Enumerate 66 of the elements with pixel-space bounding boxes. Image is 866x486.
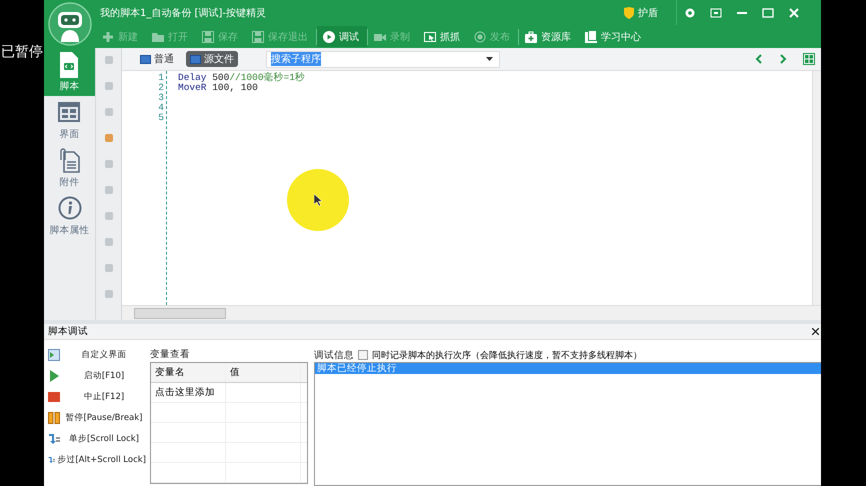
checkbox[interactable] [358,350,368,360]
line-number: 1 [157,73,164,83]
horizontal-scrollbar[interactable] [122,305,821,320]
window-title: 我的脚本1_自动备份 [调试]-按键精灵 [99,6,267,20]
plus-icon [102,30,114,42]
checkbox-label: 同时记录脚本的执行次序（会降低执行速度，暂不支持多线程脚本） [372,350,642,362]
toolbar-button[interactable]: 学习中心 [579,26,649,47]
book-icon [585,30,597,42]
info-icon [58,196,82,222]
section-title: 变量查看 [150,348,191,362]
close-icon [788,6,800,18]
view-tab[interactable]: 普通 [136,51,178,67]
panel-title: 脚本调试 [48,325,88,338]
toolbar-button[interactable]: 资源库 [519,26,579,47]
chevron-left-icon [755,54,763,64]
monitor-icon [140,54,151,64]
minimize-icon [737,12,747,14]
debug-action-button[interactable]: 单步[Scroll Lock] [48,432,146,445]
vertical-scrollbar[interactable] [812,71,821,305]
column-header[interactable]: 变量名 [151,363,226,382]
debug-action-button[interactable]: 自定义界面 [48,348,146,361]
section-title: 调试信息 [314,348,354,362]
view-tab[interactable]: 源文件 [186,51,238,67]
document-clip-icon [58,148,82,174]
subroutine-dropdown[interactable]: 搜索子程序 [266,50,500,68]
pause-status-text: 已暂停 [1,43,43,61]
line-number: 4 [157,103,164,113]
target-icon [474,30,486,42]
play-icon [323,30,335,42]
code-line: MoveR 100, 100 [178,83,259,93]
document-icon [190,54,201,64]
sidebar-item[interactable]: 附件 [44,144,95,192]
briefcase-icon [525,30,537,42]
robot-logo-icon [48,2,92,46]
window-play-icon [48,348,60,360]
dropdown-caret-icon [486,57,493,61]
debug-action-button[interactable]: 步过[Alt+Scroll Lock] [48,453,146,466]
table-cell[interactable]: 点击这里添加 [151,383,226,402]
sidebar-item[interactable]: 脚本属性 [44,192,95,240]
maximize-icon [762,6,774,18]
debug-action-button[interactable]: 中止[F12] [48,390,146,403]
line-number: 5 [157,113,164,123]
pause-icon [48,412,60,424]
toolbar-button[interactable]: 调试 [317,26,367,47]
mini-window-icon [710,6,722,18]
code-line: Delay 500//1000毫秒=1秒 [178,73,306,83]
line-number: 2 [157,83,164,93]
settings-icon [684,6,696,18]
close-icon [812,328,819,335]
shield-button[interactable]: 护盾 [614,0,677,25]
step-arrow-icon [48,432,60,444]
layout-grid-icon [803,53,815,65]
stop-icon [48,390,60,402]
folder-icon [152,30,164,42]
mouse-pointer-icon [314,194,322,206]
column-header[interactable]: 值 [226,363,301,382]
debug-action-button[interactable]: 启动[F10] [48,369,146,382]
debug-action-button[interactable]: 暂停[Pause/Break] [48,411,146,424]
play-icon [48,370,60,382]
toolbar-button[interactable]: 抓抓 [418,26,468,47]
sidebar-item[interactable]: 脚本 [44,48,95,96]
sidebar-item[interactable]: 界面 [44,96,95,144]
line-number: 3 [157,93,164,103]
chevron-right-icon [779,54,787,64]
screen-capture-icon [424,30,436,42]
shield-icon [624,6,634,18]
